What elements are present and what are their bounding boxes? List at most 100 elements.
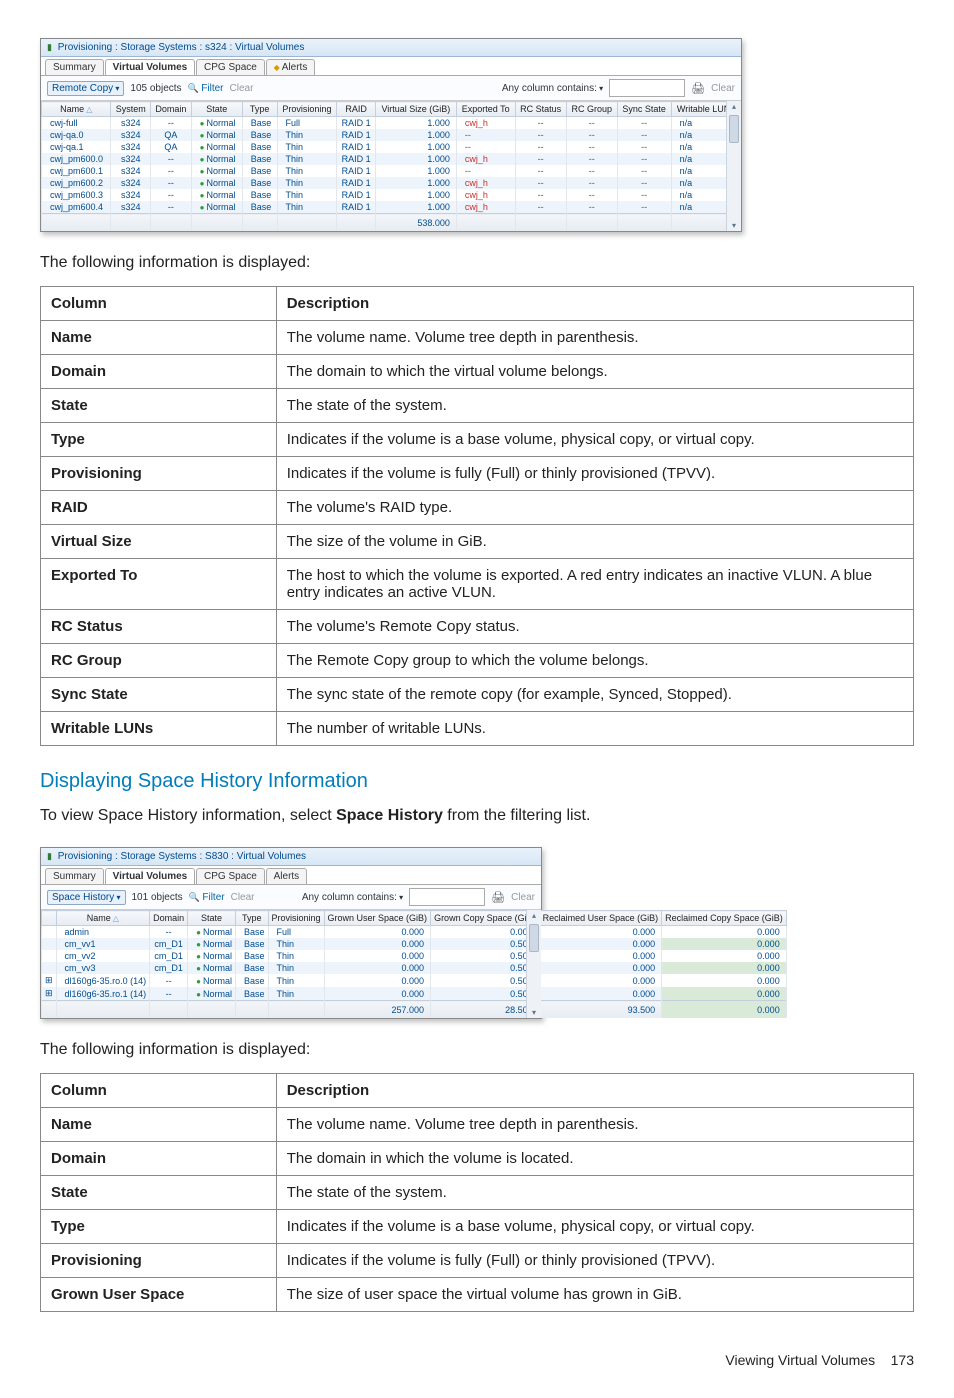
table-row[interactable]: cwj_pm600.1s324--●NormalBaseThinRAID 11.… bbox=[42, 165, 741, 177]
col-raid[interactable]: RAID bbox=[337, 102, 375, 117]
clear-button[interactable]: Clear bbox=[711, 83, 735, 94]
col-type[interactable]: Type bbox=[235, 911, 268, 926]
col-provisioning[interactable]: Provisioning bbox=[277, 102, 337, 117]
clear-button[interactable]: Clear bbox=[511, 892, 535, 903]
column-filter-input[interactable] bbox=[409, 888, 485, 906]
dcol-column: Column bbox=[41, 1074, 277, 1108]
column-filter-input[interactable] bbox=[609, 79, 685, 97]
tab-cpg-space[interactable]: CPG Space bbox=[196, 59, 265, 75]
cell-rcs: -- bbox=[515, 201, 566, 214]
filter-dropdown[interactable]: Space History bbox=[47, 890, 126, 905]
table-row[interactable]: cwj_pm600.3s324--●NormalBaseThinRAID 11.… bbox=[42, 189, 741, 201]
cell-state: ●Normal bbox=[188, 950, 236, 962]
table-row[interactable]: cwj-fulls324--●NormalBaseFullRAID 11.000… bbox=[42, 117, 741, 130]
col-recl-copy[interactable]: Reclaimed Copy Space (GiB) bbox=[662, 911, 787, 926]
cell-column-desc: Indicates if the volume is a base volume… bbox=[276, 1210, 913, 1244]
clear-filter-link[interactable]: Clear bbox=[231, 892, 255, 903]
total-gus: 257.000 bbox=[324, 1001, 431, 1019]
tab-summary[interactable]: Summary bbox=[45, 59, 104, 75]
print-icon[interactable]: 🖨 bbox=[691, 82, 705, 95]
cell-column-desc: The domain in which the volume is locate… bbox=[276, 1142, 913, 1176]
col-system[interactable]: System bbox=[111, 102, 151, 117]
cell-rcs: 0.000 bbox=[662, 950, 787, 962]
col-rc-group[interactable]: RC Group bbox=[566, 102, 617, 117]
cell-column-desc: Indicates if the volume is a base volume… bbox=[276, 423, 913, 457]
cell-domain: cm_D1 bbox=[150, 950, 188, 962]
print-icon[interactable]: 🖨 bbox=[491, 891, 505, 904]
volumes-grid: Name△ System Domain State Type Provision… bbox=[41, 101, 741, 231]
tab-cpg-space[interactable]: CPG Space bbox=[196, 868, 265, 884]
tab-alerts[interactable]: Alerts bbox=[266, 868, 308, 884]
tab-alerts[interactable]: ◆Alerts bbox=[266, 59, 316, 75]
filter-link[interactable]: Filter bbox=[188, 83, 224, 94]
cell-state: ●Normal bbox=[191, 141, 242, 153]
table-row[interactable]: cwj_pm600.4s324--●NormalBaseThinRAID 11.… bbox=[42, 201, 741, 214]
scroll-down-icon[interactable]: ▾ bbox=[529, 1008, 539, 1017]
scroll-up-icon[interactable]: ▴ bbox=[529, 911, 539, 920]
cell-rcs: -- bbox=[515, 129, 566, 141]
col-rc-status[interactable]: RC Status bbox=[515, 102, 566, 117]
cell-tree[interactable]: ⊞ bbox=[42, 987, 57, 1001]
col-state[interactable]: State bbox=[191, 102, 242, 117]
table-row[interactable]: ⊞dl160g6-35.ro.1 (14)--●NormalBaseThin0.… bbox=[42, 987, 787, 1001]
scrollbar-thumb[interactable] bbox=[529, 924, 539, 952]
col-recl-user[interactable]: Reclaimed User Space (GiB) bbox=[539, 911, 662, 926]
col-provisioning[interactable]: Provisioning bbox=[268, 911, 324, 926]
vertical-scrollbar[interactable]: ▴ ▾ bbox=[726, 101, 741, 231]
table-row[interactable]: cm_vv1cm_D1●NormalBaseThin0.0000.5000.00… bbox=[42, 938, 787, 950]
cell-gcs: 0.000 bbox=[431, 926, 540, 939]
col-domain[interactable]: Domain bbox=[151, 102, 192, 117]
cell-column-desc: The domain to which the virtual volume b… bbox=[276, 355, 913, 389]
table-row[interactable]: cwj_pm600.2s324--●NormalBaseThinRAID 11.… bbox=[42, 177, 741, 189]
table-row[interactable]: admin--●NormalBaseFull0.0000.0000.0000.0… bbox=[42, 926, 787, 939]
col-name[interactable]: Name△ bbox=[56, 911, 150, 926]
table-row[interactable]: cm_vv3cm_D1●NormalBaseThin0.0000.5000.00… bbox=[42, 962, 787, 974]
cell-sync: -- bbox=[617, 141, 671, 153]
cell-domain: -- bbox=[150, 974, 188, 987]
col-grown-user[interactable]: Grown User Space (GiB) bbox=[324, 911, 431, 926]
cell-rcg: -- bbox=[566, 177, 617, 189]
scrollbar-thumb[interactable] bbox=[729, 115, 739, 143]
cell-type: Base bbox=[242, 177, 277, 189]
cell-raid: RAID 1 bbox=[337, 117, 375, 130]
tab-virtual-volumes[interactable]: Virtual Volumes bbox=[105, 59, 196, 75]
state-ok-icon: ● bbox=[200, 179, 205, 188]
table-row[interactable]: cm_vv2cm_D1●NormalBaseThin0.0000.5000.00… bbox=[42, 950, 787, 962]
tab-summary[interactable]: Summary bbox=[45, 868, 104, 884]
cell-column-name: Grown User Space bbox=[41, 1278, 277, 1312]
cell-vsize: 1.000 bbox=[375, 177, 456, 189]
filter-dropdown[interactable]: Remote Copy bbox=[47, 81, 124, 96]
grid-toolbar: Space History 101 objects Filter Clear A… bbox=[41, 885, 541, 910]
vertical-scrollbar[interactable]: ▴ ▾ bbox=[526, 910, 541, 1018]
table-row[interactable]: cwj-qa.0s324QA●NormalBaseThinRAID 11.000… bbox=[42, 129, 741, 141]
any-column-label[interactable]: Any column contains: bbox=[502, 83, 603, 94]
col-type[interactable]: Type bbox=[242, 102, 277, 117]
table-row: TypeIndicates if the volume is a base vo… bbox=[41, 1210, 914, 1244]
scroll-down-icon[interactable]: ▾ bbox=[729, 221, 739, 230]
cell-tree[interactable]: ⊞ bbox=[42, 974, 57, 987]
table-row[interactable]: ⊞dl160g6-35.ro.0 (14)--●NormalBaseThin0.… bbox=[42, 974, 787, 987]
clear-filter-link[interactable]: Clear bbox=[230, 83, 254, 94]
cell-export: cwj_h bbox=[456, 189, 515, 201]
any-column-label[interactable]: Any column contains: bbox=[302, 892, 403, 903]
col-virtual-size[interactable]: Virtual Size (GiB) bbox=[375, 102, 456, 117]
cell-sync: -- bbox=[617, 165, 671, 177]
cell-name: cwj-qa.0 bbox=[42, 129, 111, 141]
scroll-up-icon[interactable]: ▴ bbox=[729, 102, 739, 111]
col-grown-copy[interactable]: Grown Copy Space (GiB) bbox=[431, 911, 540, 926]
col-domain[interactable]: Domain bbox=[150, 911, 188, 926]
col-sync-state[interactable]: Sync State bbox=[617, 102, 671, 117]
intro-text-1: The following information is displayed: bbox=[40, 254, 914, 272]
cell-raid: RAID 1 bbox=[337, 201, 375, 214]
col-name[interactable]: Name△ bbox=[42, 102, 111, 117]
cell-tree bbox=[42, 950, 57, 962]
table-row[interactable]: cwj_pm600.0s324--●NormalBaseThinRAID 11.… bbox=[42, 153, 741, 165]
table-row[interactable]: cwj-qa.1s324QA●NormalBaseThinRAID 11.000… bbox=[42, 141, 741, 153]
cell-name: cm_vv2 bbox=[56, 950, 150, 962]
cell-domain: -- bbox=[151, 201, 192, 214]
cell-column-name: Name bbox=[41, 1108, 277, 1142]
tab-virtual-volumes[interactable]: Virtual Volumes bbox=[105, 868, 196, 884]
col-exported-to[interactable]: Exported To bbox=[456, 102, 515, 117]
filter-link[interactable]: Filter bbox=[189, 892, 225, 903]
col-state[interactable]: State bbox=[188, 911, 236, 926]
